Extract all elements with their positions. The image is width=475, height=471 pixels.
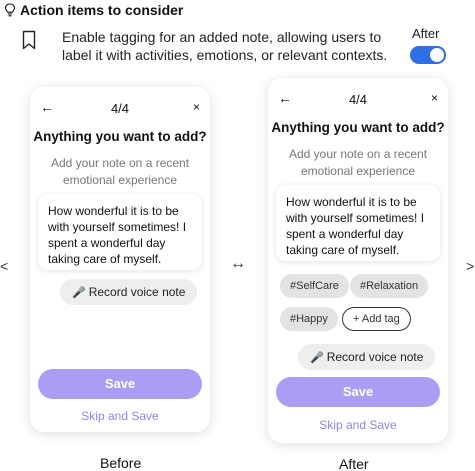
question-title: Anything you want to add? (33, 129, 207, 144)
skip-and-save-link[interactable]: Skip and Save (30, 409, 210, 423)
record-voice-label: Record voice note (88, 285, 186, 299)
record-voice-button[interactable]: 🎤 Record voice note (60, 279, 198, 305)
before-after-toggle[interactable] (410, 46, 446, 64)
close-icon[interactable]: × (193, 100, 200, 114)
tag-chip[interactable]: #SelfCare (280, 274, 349, 298)
microphone-icon: 🎤 (310, 352, 324, 364)
record-voice-button[interactable]: 🎤 Record voice note (298, 344, 436, 370)
after-screen: ← 4/4 × Anything you want to add? Add yo… (268, 78, 448, 443)
section-heading: Action items to consider (4, 2, 183, 18)
prev-arrow[interactable]: < (0, 258, 8, 274)
question-subtitle: Add your note on a recent emotional expe… (288, 147, 428, 178)
question-title: Anything you want to add? (271, 120, 445, 135)
close-icon[interactable]: × (431, 91, 438, 105)
compare-arrow: ↔ (230, 255, 246, 272)
record-voice-label: Record voice note (326, 350, 424, 364)
note-text-area[interactable]: How wonderful it is to be with yourself … (38, 194, 202, 270)
microphone-icon: 🎤 (72, 287, 86, 299)
tag-chip[interactable]: #Relaxation (350, 274, 429, 298)
before-caption: Before (100, 455, 142, 471)
add-tag-button[interactable]: + Add tag (342, 307, 411, 331)
toggle-label: After (412, 26, 440, 41)
feature-description: Enable tagging for an added note, allowi… (62, 29, 388, 63)
save-button[interactable]: Save (38, 369, 202, 399)
save-button[interactable]: Save (276, 377, 440, 407)
before-topbar: ← 4/4 × (30, 99, 210, 117)
next-arrow[interactable]: > (466, 258, 474, 274)
lightbulb-icon (4, 3, 16, 17)
question-subtitle: Add your note on a recent emotional expe… (50, 156, 190, 187)
note-text-area[interactable]: How wonderful it is to be with yourself … (276, 185, 440, 261)
bookmark-icon (22, 30, 36, 50)
section-heading-text: Action items to consider (20, 2, 184, 18)
skip-and-save-link[interactable]: Skip and Save (268, 418, 448, 432)
after-topbar: ← 4/4 × (268, 90, 448, 108)
tag-chip[interactable]: #Happy (280, 307, 338, 331)
before-screen: ← 4/4 × Anything you want to add? Add yo… (30, 87, 210, 432)
step-indicator: 4/4 (110, 101, 130, 116)
toggle-knob (430, 48, 444, 62)
after-caption: After (339, 456, 369, 471)
step-indicator: 4/4 (348, 92, 368, 107)
